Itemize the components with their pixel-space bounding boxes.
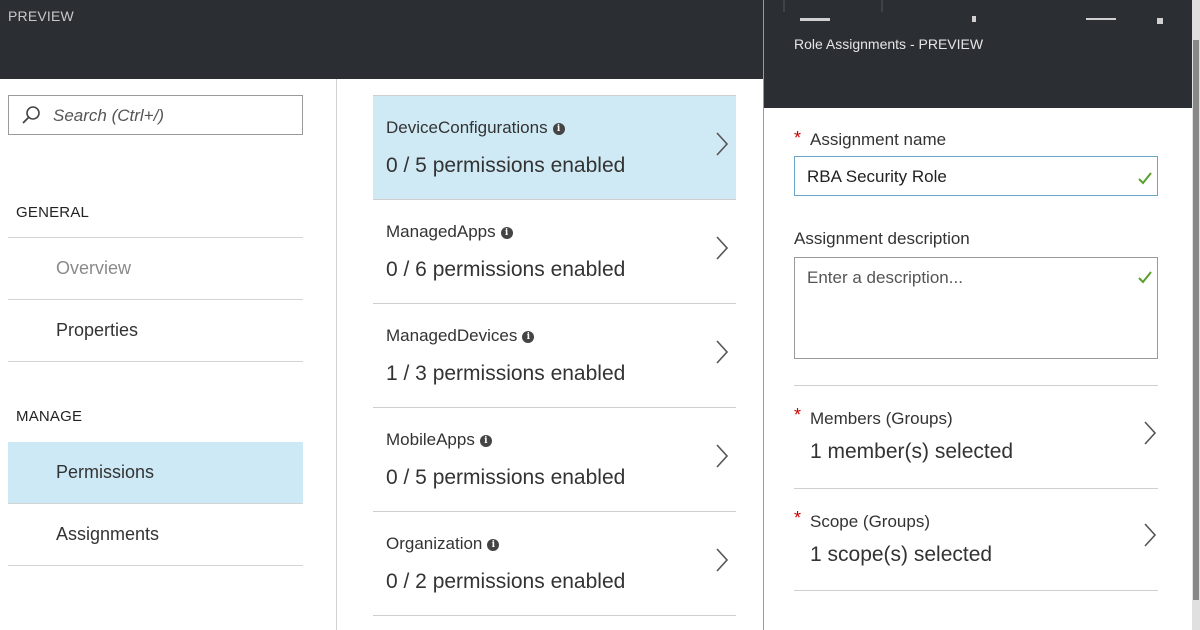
scope-label: Scope (Groups) — [810, 512, 930, 531]
members-value: 1 member(s) selected — [810, 440, 1014, 463]
nav-item-properties[interactable]: Properties — [8, 300, 303, 362]
assignment-name-label: Assignment name — [810, 130, 947, 149]
nav-item-overview[interactable]: Overview — [8, 238, 303, 300]
nav-item-label: Assignments — [56, 524, 160, 544]
permission-name: ManagedApps i — [386, 222, 513, 242]
resource-menu: Search (Ctrl+/) GENERAL Overview Propert… — [0, 79, 337, 630]
info-icon[interactable]: i — [552, 123, 565, 135]
permission-row-mobileapps[interactable]: MobileApps i 0 / 5 permissions enabled — [373, 408, 736, 512]
assignment-name-value: RBA Security Role — [807, 167, 947, 186]
permission-count: 1 / 3 permissions enabled — [386, 362, 626, 385]
info-icon[interactable]: i — [479, 435, 492, 447]
search-input[interactable]: Search (Ctrl+/) — [8, 95, 303, 135]
scrollbar-thumb[interactable] — [1193, 40, 1199, 600]
required-marker: * — [794, 405, 802, 425]
blade-header: Role Assignments - PREVIEW — [764, 0, 1200, 108]
divider — [794, 385, 1158, 386]
divider — [794, 590, 1158, 591]
blade-title: Role Assignments - PREVIEW — [794, 36, 984, 52]
permission-count: 0 / 6 permissions enabled — [386, 258, 626, 281]
chevron-right-icon — [716, 444, 729, 468]
permission-name: MobileApps i — [386, 430, 492, 450]
permission-row-deviceconfigurations[interactable]: DeviceConfigurations i 0 / 5 permissions … — [373, 96, 736, 200]
required-marker: * — [794, 508, 802, 528]
command-bar — [783, 0, 1163, 24]
section-manage-heading: MANAGE — [16, 408, 83, 425]
chevron-right-icon — [716, 236, 729, 260]
nav-item-permissions[interactable]: Permissions — [8, 442, 303, 504]
assignment-description-field[interactable]: Enter a description... — [794, 257, 1158, 359]
section-general-heading: GENERAL — [16, 204, 90, 221]
permission-count: 0 / 2 permissions enabled — [386, 570, 626, 593]
nav-item-assignments[interactable]: Assignments — [8, 504, 303, 566]
permission-name: DeviceConfigurations i — [386, 118, 565, 138]
checkmark-icon — [1138, 271, 1152, 284]
nav-item-label: Overview — [56, 258, 132, 278]
chevron-right-icon — [716, 340, 729, 364]
permission-row-organization[interactable]: Organization i 0 / 2 permissions enabled — [373, 512, 736, 616]
chevron-right-icon — [716, 548, 729, 572]
scrollbar[interactable] — [1192, 0, 1200, 630]
scope-value: 1 scope(s) selected — [810, 543, 993, 566]
nav-item-label: Permissions — [56, 462, 155, 482]
search-placeholder: Search (Ctrl+/) — [53, 106, 164, 125]
assignment-name-field[interactable]: RBA Security Role — [794, 156, 1158, 196]
permission-name: Organization i — [386, 534, 500, 554]
chevron-right-icon — [1144, 523, 1157, 547]
portal-header: PREVIEW — [0, 0, 763, 79]
info-icon[interactable]: i — [500, 227, 513, 239]
permission-row-manageddevices[interactable]: ManagedDevices i 1 / 3 permissions enable… — [373, 304, 736, 408]
permission-row-managedapps[interactable]: ManagedApps i 0 / 6 permissions enabled — [373, 200, 736, 304]
permission-name: ManagedDevices i — [386, 326, 535, 346]
info-icon[interactable]: i — [522, 331, 535, 343]
preview-label: PREVIEW — [8, 8, 74, 24]
nav-item-label: Properties — [56, 320, 139, 340]
assignment-description-placeholder: Enter a description... — [807, 268, 963, 287]
divider — [794, 488, 1158, 489]
chevron-right-icon — [1144, 421, 1157, 445]
info-icon[interactable]: i — [487, 539, 500, 551]
chevron-right-icon — [716, 132, 729, 156]
checkmark-icon — [1138, 172, 1152, 185]
assignment-description-label: Assignment description — [794, 229, 970, 248]
search-icon — [22, 106, 40, 124]
permission-count: 0 / 5 permissions enabled — [386, 154, 626, 177]
permission-count: 0 / 5 permissions enabled — [386, 466, 626, 489]
required-marker: * — [794, 128, 802, 148]
members-label: Members (Groups) — [810, 409, 953, 428]
role-assignments-blade: Role Assignments - PREVIEW * Assignment … — [763, 0, 1200, 630]
